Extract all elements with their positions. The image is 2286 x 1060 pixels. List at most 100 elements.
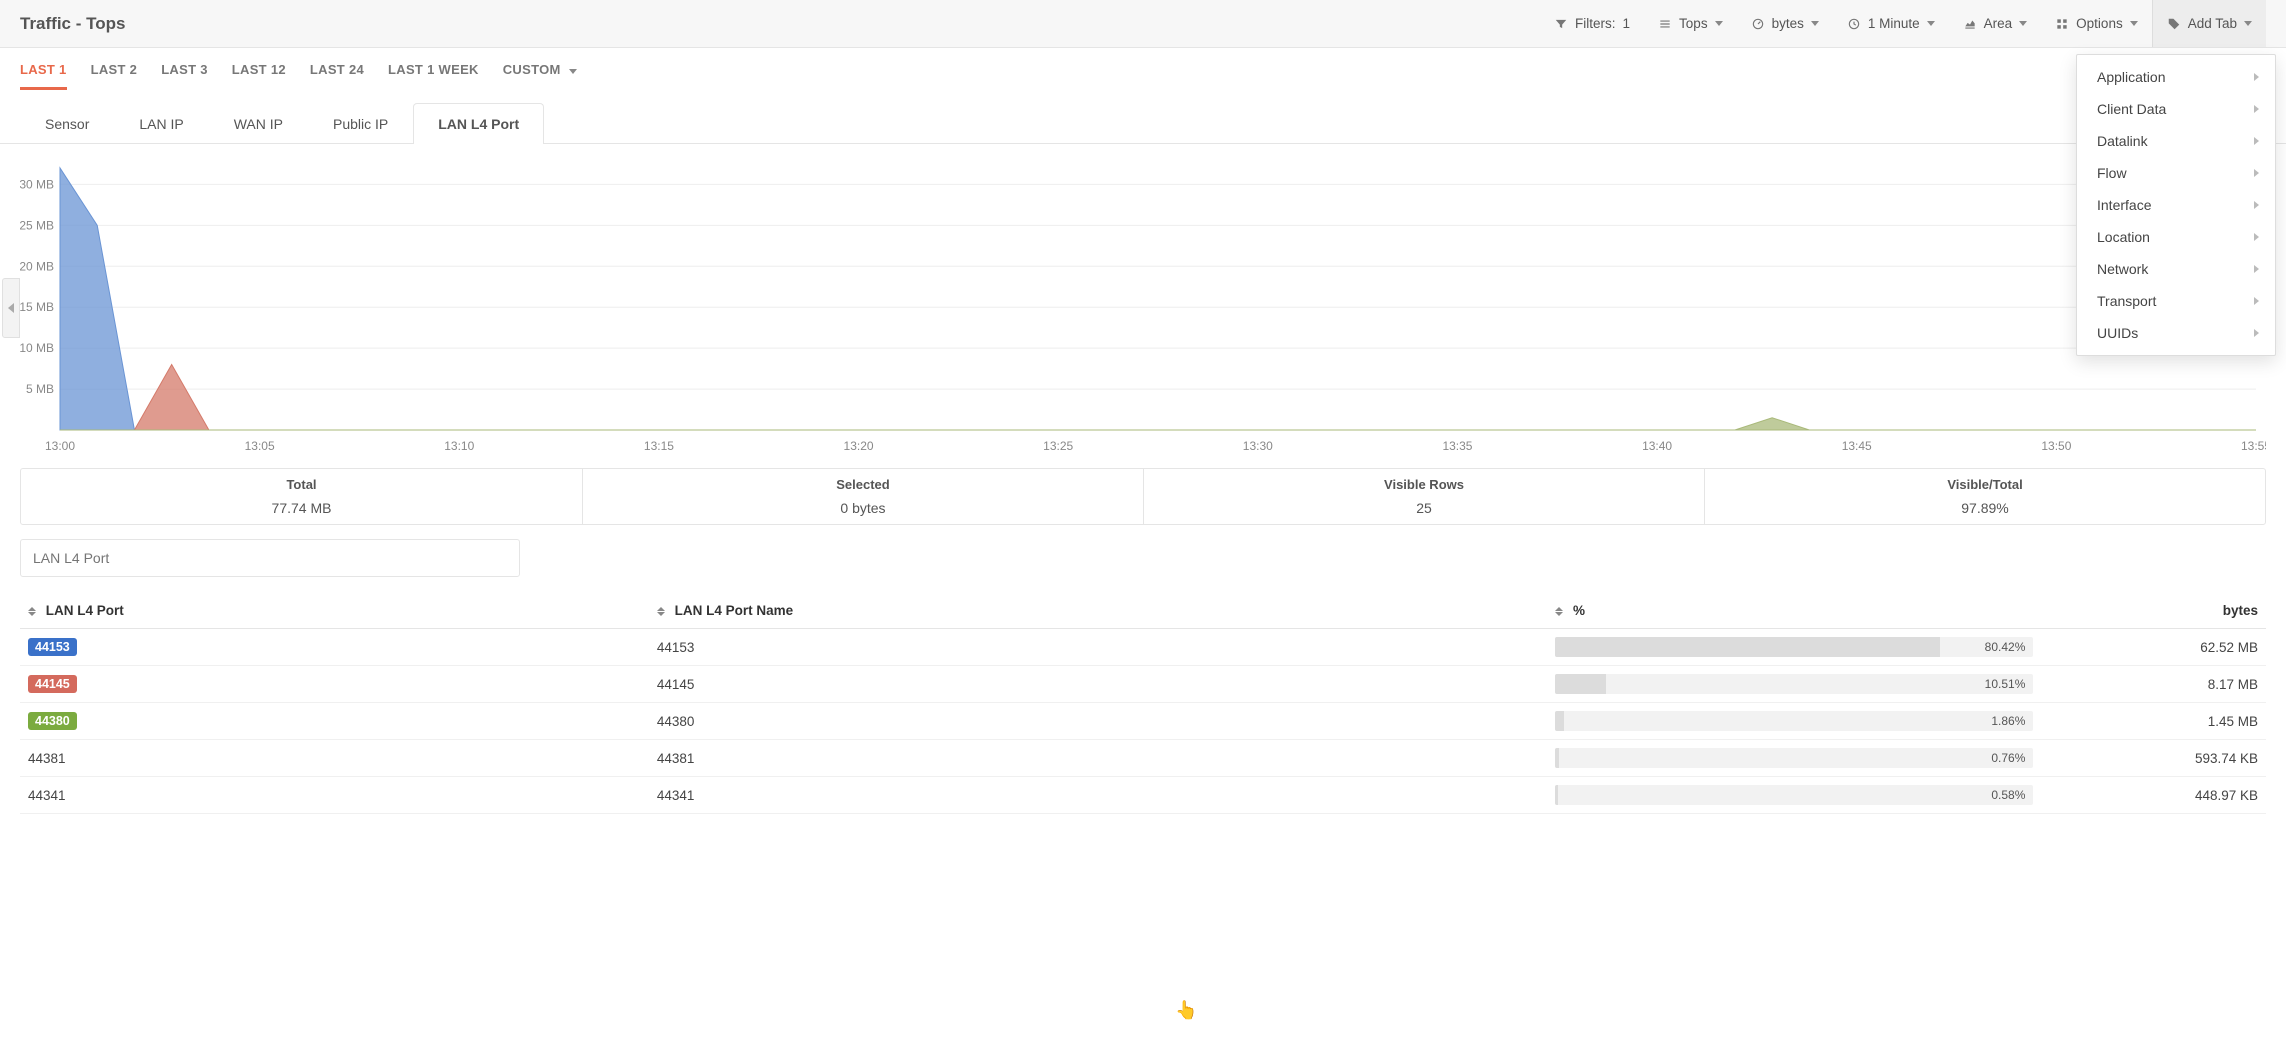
dimension-tab[interactable]: Public IP	[308, 103, 413, 144]
col-bytes[interactable]: bytes	[2041, 593, 2266, 629]
unit-label: bytes	[1772, 16, 1804, 31]
pct-bar: 1.86%	[1555, 711, 2033, 731]
dimension-tab[interactable]: LAN IP	[114, 103, 208, 144]
col-pct[interactable]: %	[1547, 593, 2041, 629]
cell-pct: 0.58%	[1547, 777, 2041, 814]
table-row[interactable]: 441534415380.42%62.52 MB	[20, 629, 2266, 666]
svg-text:20 MB: 20 MB	[20, 259, 54, 273]
summary-ratio-label: Visible/Total	[1705, 477, 2265, 496]
chevron-right-icon	[2254, 169, 2259, 177]
chevron-right-icon	[2254, 201, 2259, 209]
dimension-tab[interactable]: LAN L4 Port	[413, 103, 544, 144]
add-tab-menu-item[interactable]: Flow	[2077, 157, 2275, 189]
caret-icon	[2130, 21, 2138, 26]
timerange-tab[interactable]: LAST 12	[232, 62, 286, 90]
svg-text:13:40: 13:40	[1642, 439, 1672, 453]
table-row[interactable]: 44380443801.86%1.45 MB	[20, 703, 2266, 740]
table-filter-input[interactable]	[20, 539, 520, 577]
chart-prev-handle[interactable]	[2, 278, 20, 338]
cell-pct: 0.76%	[1547, 740, 2041, 777]
add-tab-menu-label: Datalink	[2097, 133, 2148, 149]
add-tab-label: Add Tab	[2188, 16, 2237, 31]
svg-text:13:00: 13:00	[45, 439, 75, 453]
svg-text:30 MB: 30 MB	[20, 177, 54, 191]
caret-icon	[569, 69, 577, 74]
cell-port-name: 44381	[649, 740, 1547, 777]
add-tab-menu-item[interactable]: Network	[2077, 253, 2275, 285]
summary-ratio-value: 97.89%	[1705, 496, 2265, 516]
add-tab-menu-label: Network	[2097, 261, 2148, 277]
add-tab-menu-item[interactable]: Application	[2077, 61, 2275, 93]
summary-rows-value: 25	[1144, 496, 1704, 516]
pct-bar: 0.58%	[1555, 785, 2033, 805]
col-name[interactable]: LAN L4 Port Name	[649, 593, 1547, 629]
tops-label: Tops	[1679, 16, 1708, 31]
interval-dropdown[interactable]: 1 Minute	[1833, 0, 1949, 47]
charttype-dropdown[interactable]: Area	[1949, 0, 2042, 47]
cell-port-name: 44153	[649, 629, 1547, 666]
tops-dropdown[interactable]: Tops	[1644, 0, 1737, 47]
sort-icon	[1555, 607, 1563, 616]
options-dropdown[interactable]: Options	[2041, 0, 2152, 47]
summary-ratio: Visible/Total 97.89%	[1704, 469, 2265, 524]
dimension-tab[interactable]: Sensor	[20, 103, 114, 144]
pct-bar: 0.76%	[1555, 748, 2033, 768]
svg-text:13:15: 13:15	[644, 439, 674, 453]
timerange-tab[interactable]: CUSTOM	[503, 62, 577, 90]
caret-icon	[2244, 21, 2252, 26]
add-tab-menu-item[interactable]: Transport	[2077, 285, 2275, 317]
cell-port: 44341	[20, 777, 649, 814]
summary-total-value: 77.74 MB	[21, 496, 582, 516]
summary-selected-value: 0 bytes	[583, 496, 1143, 516]
chevron-right-icon	[2254, 73, 2259, 81]
add-tab-menu-item[interactable]: Interface	[2077, 189, 2275, 221]
timerange-tab[interactable]: LAST 2	[91, 62, 138, 90]
filters-button[interactable]: Filters: 1	[1540, 0, 1644, 47]
table-row[interactable]: 44341443410.58%448.97 KB	[20, 777, 2266, 814]
cell-port-name: 44145	[649, 666, 1547, 703]
add-tab-button[interactable]: Add Tab	[2152, 0, 2266, 47]
port-pill: 44145	[28, 675, 77, 693]
svg-text:10 MB: 10 MB	[20, 341, 54, 355]
summary-selected-label: Selected	[583, 477, 1143, 496]
dimension-tab[interactable]: WAN IP	[209, 103, 308, 144]
gauge-icon	[1751, 17, 1765, 31]
table-row[interactable]: 44381443810.76%593.74 KB	[20, 740, 2266, 777]
list-icon	[1658, 17, 1672, 31]
filters-count: 1	[1623, 16, 1631, 31]
page-title: Traffic - Tops	[20, 14, 125, 34]
add-tab-menu-label: UUIDs	[2097, 325, 2138, 341]
header-toolbar: Filters: 1 Tops bytes 1 Minute	[1540, 0, 2266, 47]
unit-dropdown[interactable]: bytes	[1737, 0, 1833, 47]
timerange-tab[interactable]: LAST 1	[20, 62, 67, 90]
grid-icon	[2055, 17, 2069, 31]
cell-bytes: 1.45 MB	[2041, 703, 2266, 740]
timerange-tab[interactable]: LAST 24	[310, 62, 364, 90]
add-tab-menu-item[interactable]: Datalink	[2077, 125, 2275, 157]
filters-label: Filters:	[1575, 16, 1616, 31]
sort-icon	[28, 607, 36, 616]
timerange-tab[interactable]: LAST 3	[161, 62, 208, 90]
chevron-right-icon	[2254, 265, 2259, 273]
add-tab-menu-item[interactable]: Client Data	[2077, 93, 2275, 125]
table-filter-row	[0, 525, 2286, 587]
sort-icon	[657, 607, 665, 616]
charttype-label: Area	[1984, 16, 2013, 31]
pct-bar: 10.51%	[1555, 674, 2033, 694]
dimension-tabs: SensorLAN IPWAN IPPublic IPLAN L4 Port	[0, 90, 2286, 144]
pct-value: 10.51%	[1985, 677, 2026, 691]
table-row[interactable]: 441454414510.51%8.17 MB	[20, 666, 2266, 703]
add-tab-menu-item[interactable]: Location	[2077, 221, 2275, 253]
col-port[interactable]: LAN L4 Port	[20, 593, 649, 629]
summary-total-label: Total	[21, 477, 582, 496]
svg-text:13:30: 13:30	[1243, 439, 1273, 453]
svg-text:25 MB: 25 MB	[20, 218, 54, 232]
timerange-tab[interactable]: LAST 1 WEEK	[388, 62, 479, 90]
summary-bar: Total 77.74 MB Selected 0 bytes Visible …	[20, 468, 2266, 525]
timerange-tabs: LAST 1 LAST 2 LAST 3 LAST 12 LAST 24 LAST 1 W…	[0, 48, 2286, 90]
cell-port-name: 44380	[649, 703, 1547, 740]
col-port-label: LAN L4 Port	[46, 603, 124, 618]
cell-port-name: 44341	[649, 777, 1547, 814]
col-name-label: LAN L4 Port Name	[675, 603, 794, 618]
add-tab-menu-item[interactable]: UUIDs	[2077, 317, 2275, 349]
